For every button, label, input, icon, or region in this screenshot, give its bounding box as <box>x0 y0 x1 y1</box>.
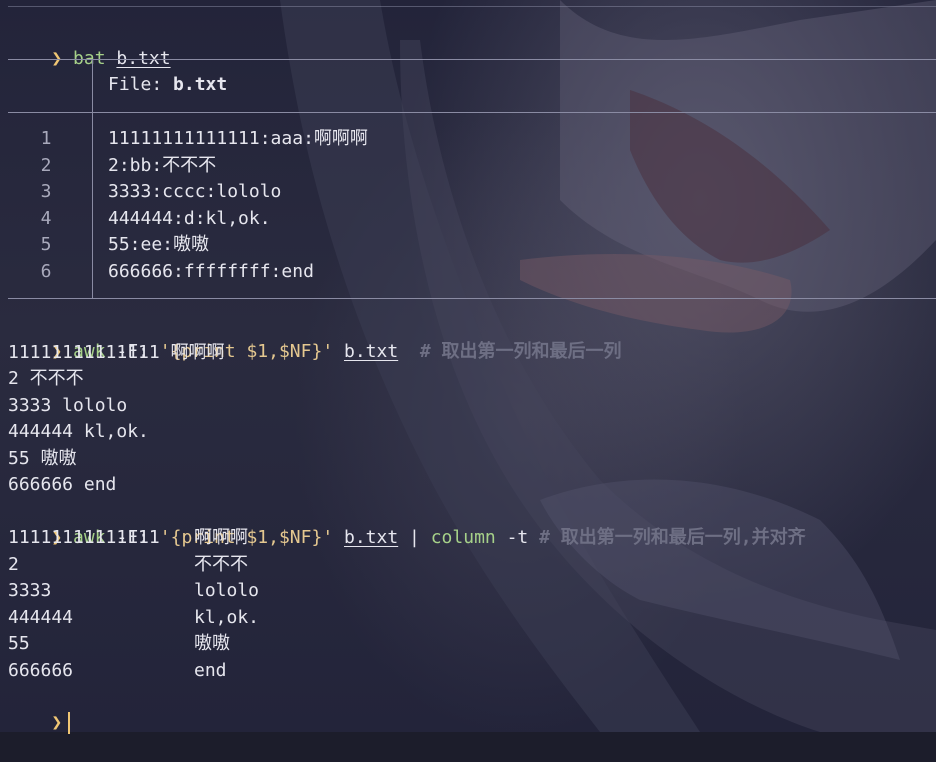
column-cell-1: 3333 <box>8 580 52 601</box>
file-line-content: 55:ee:嗷嗷 <box>108 234 210 255</box>
column-cell-2: end <box>194 659 227 681</box>
terminal-window[interactable]: ❯ bat b.txt File: b.txt 1 11111111111111… <box>0 0 936 734</box>
column-output-row: 55 嗷嗷 <box>8 631 908 657</box>
column-cell-1: 55 <box>8 633 30 654</box>
column-cell-1: 444444 <box>8 606 74 628</box>
line-number: 4 <box>40 207 52 229</box>
output-line: 444444 kl,ok. <box>8 421 149 442</box>
file-line-content: 444444:d:kl,ok. <box>108 207 271 229</box>
file-line-content: 11111111111111:aaa:啊啊啊 <box>108 128 368 149</box>
column-cell-1: 11111111111111 <box>8 527 160 548</box>
command-line-bat: ❯ bat b.txt <box>8 20 170 69</box>
line-number: 6 <box>40 260 52 282</box>
output-line: 666666 end <box>8 474 117 495</box>
file-header-label: File: <box>108 74 163 95</box>
top-divider <box>8 6 936 7</box>
command-comment: # 取出第一列和最后一列 <box>419 341 622 362</box>
bat-header-border <box>8 112 936 113</box>
column-cell-2: 嗷嗷 <box>194 633 230 654</box>
column-cell-2: 啊啊啊 <box>194 527 248 548</box>
active-prompt-line[interactable]: ❯ <box>8 684 71 734</box>
column-cell-1: 666666 <box>8 659 74 681</box>
column-output-row: 2 不不不 <box>8 552 908 578</box>
output-line: 11111111111111 啊啊啊 <box>8 341 225 363</box>
line-number: 2 <box>40 154 52 176</box>
output-line: 3333 lololo <box>8 394 128 416</box>
output-line: 2 不不不 <box>8 368 84 389</box>
bat-top-border <box>8 59 936 60</box>
bat-gutter-divider <box>92 59 93 298</box>
command-line-awk-column: ❯ awk -F: '{print $1,$NF}' b.txt | colum… <box>8 499 805 548</box>
prompt-symbol: ❯ <box>51 712 63 733</box>
column-output-row: 3333 lololo <box>8 578 908 604</box>
column-cell-2: 不不不 <box>194 553 248 575</box>
column-output-row: 444444 kl,ok. <box>8 605 908 631</box>
column-output-row: 666666 end <box>8 658 908 684</box>
bat-bottom-border <box>8 298 936 299</box>
column-output-row: 11111111111111 啊啊啊 <box>8 525 908 551</box>
file-header-name: b.txt <box>173 74 228 95</box>
column-cell-2: lololo <box>194 580 260 601</box>
file-line-content: 666666:ffffffff:end <box>108 260 314 282</box>
column-cell-2: kl,ok. <box>194 606 260 628</box>
text-cursor[interactable] <box>68 712 71 734</box>
output-line: 55 嗷嗷 <box>8 447 77 469</box>
line-number: 1 <box>40 128 52 149</box>
column-cell-1: 2 <box>8 553 19 575</box>
file-line-content: 2:bb:不不不 <box>108 154 217 176</box>
file-line-content: 3333:cccc:lololo <box>108 181 282 202</box>
command-line-awk: ❯ awk -F: '{print $1,$NF}' b.txt # 取出第一列… <box>8 313 621 362</box>
command-file-arg[interactable]: b.txt <box>344 341 398 362</box>
line-number: 5 <box>40 234 52 255</box>
bat-file-header: File: b.txt <box>108 72 227 98</box>
line-number: 3 <box>40 181 52 202</box>
